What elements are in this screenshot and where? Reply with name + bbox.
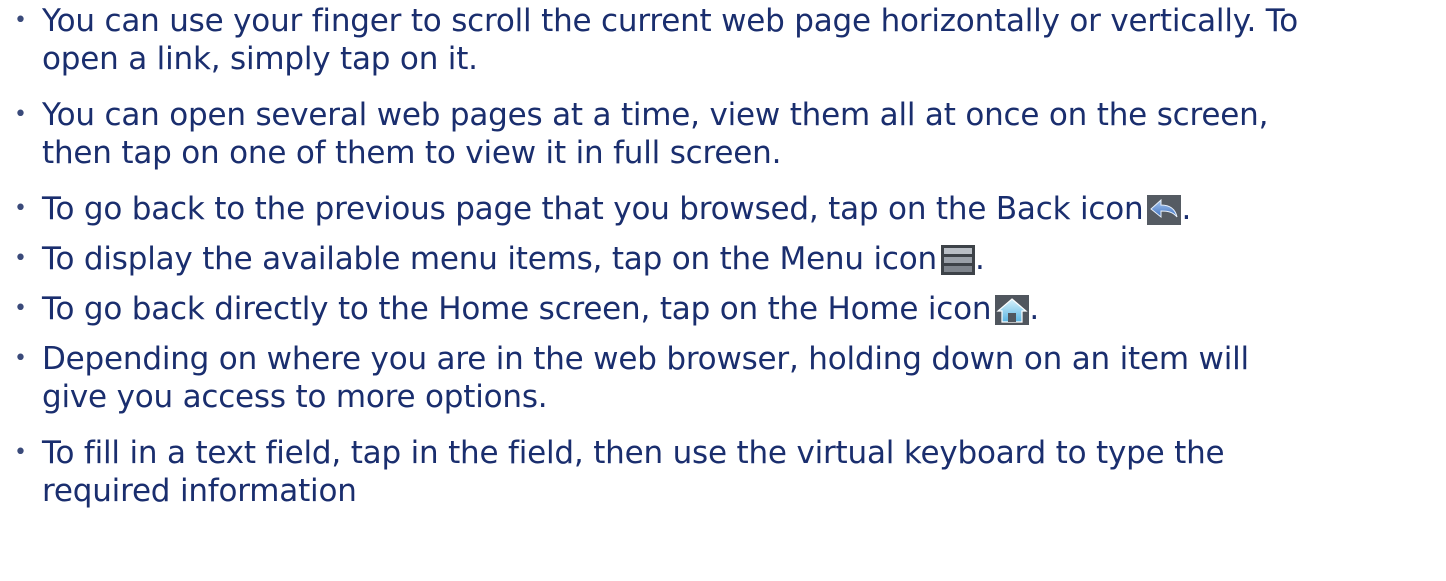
list-item-line: open a link, simply tap on it. bbox=[42, 41, 478, 77]
list-item-text: To display the available menu items, tap… bbox=[42, 240, 1440, 278]
list-item-text: Depending on where you are in the web br… bbox=[42, 340, 1440, 416]
home-icon bbox=[995, 295, 1030, 325]
list-item-text: To fill in a text field, tap in the fiel… bbox=[42, 434, 1440, 510]
list-item-line: To fill in a text field, tap in the fiel… bbox=[42, 435, 1225, 471]
bullet-marker: • bbox=[14, 102, 27, 127]
list-item: • To display the available menu items, t… bbox=[14, 240, 1440, 278]
bullet-marker: • bbox=[14, 196, 27, 221]
list-item: • You can open several web pages at a ti… bbox=[14, 96, 1440, 172]
list-item-text: You can use your finger to scroll the cu… bbox=[42, 2, 1440, 78]
list-item: • To go back directly to the Home screen… bbox=[14, 290, 1440, 328]
list-item-line: To go back directly to the Home screen, … bbox=[42, 291, 992, 327]
menu-icon bbox=[940, 245, 975, 275]
bullet-marker: • bbox=[14, 346, 27, 371]
list-item-line: give you access to more options. bbox=[42, 379, 548, 415]
bullet-marker: • bbox=[14, 440, 27, 465]
bullet-marker: • bbox=[14, 296, 27, 321]
list-item: • To go back to the previous page that y… bbox=[14, 190, 1440, 228]
back-arrow-icon bbox=[1147, 195, 1182, 225]
list-item: • You can use your finger to scroll the … bbox=[14, 2, 1440, 78]
list-item-line: You can open several web pages at a time… bbox=[42, 97, 1269, 133]
list-item-line: then tap on one of them to view it in fu… bbox=[42, 135, 782, 171]
bullet-marker: • bbox=[14, 246, 27, 271]
list-item-text: To go back to the previous page that you… bbox=[42, 190, 1440, 228]
punctuation: . bbox=[974, 241, 985, 277]
instruction-list: • You can use your finger to scroll the … bbox=[14, 2, 1440, 528]
list-item-text: You can open several web pages at a time… bbox=[42, 96, 1440, 172]
list-item-line: required information bbox=[42, 473, 357, 509]
list-item-line: To display the available menu items, tap… bbox=[42, 241, 937, 277]
list-item-text: To go back directly to the Home screen, … bbox=[42, 290, 1440, 328]
punctuation: . bbox=[1029, 291, 1040, 327]
list-item: • To fill in a text field, tap in the fi… bbox=[14, 434, 1440, 510]
list-item: • Depending on where you are in the web … bbox=[14, 340, 1440, 416]
bullet-marker: • bbox=[14, 8, 27, 33]
list-item-line: You can use your finger to scroll the cu… bbox=[42, 3, 1299, 39]
list-item-line: Depending on where you are in the web br… bbox=[42, 341, 1249, 377]
list-item-line: To go back to the previous page that you… bbox=[42, 191, 1144, 227]
punctuation: . bbox=[1181, 191, 1192, 227]
